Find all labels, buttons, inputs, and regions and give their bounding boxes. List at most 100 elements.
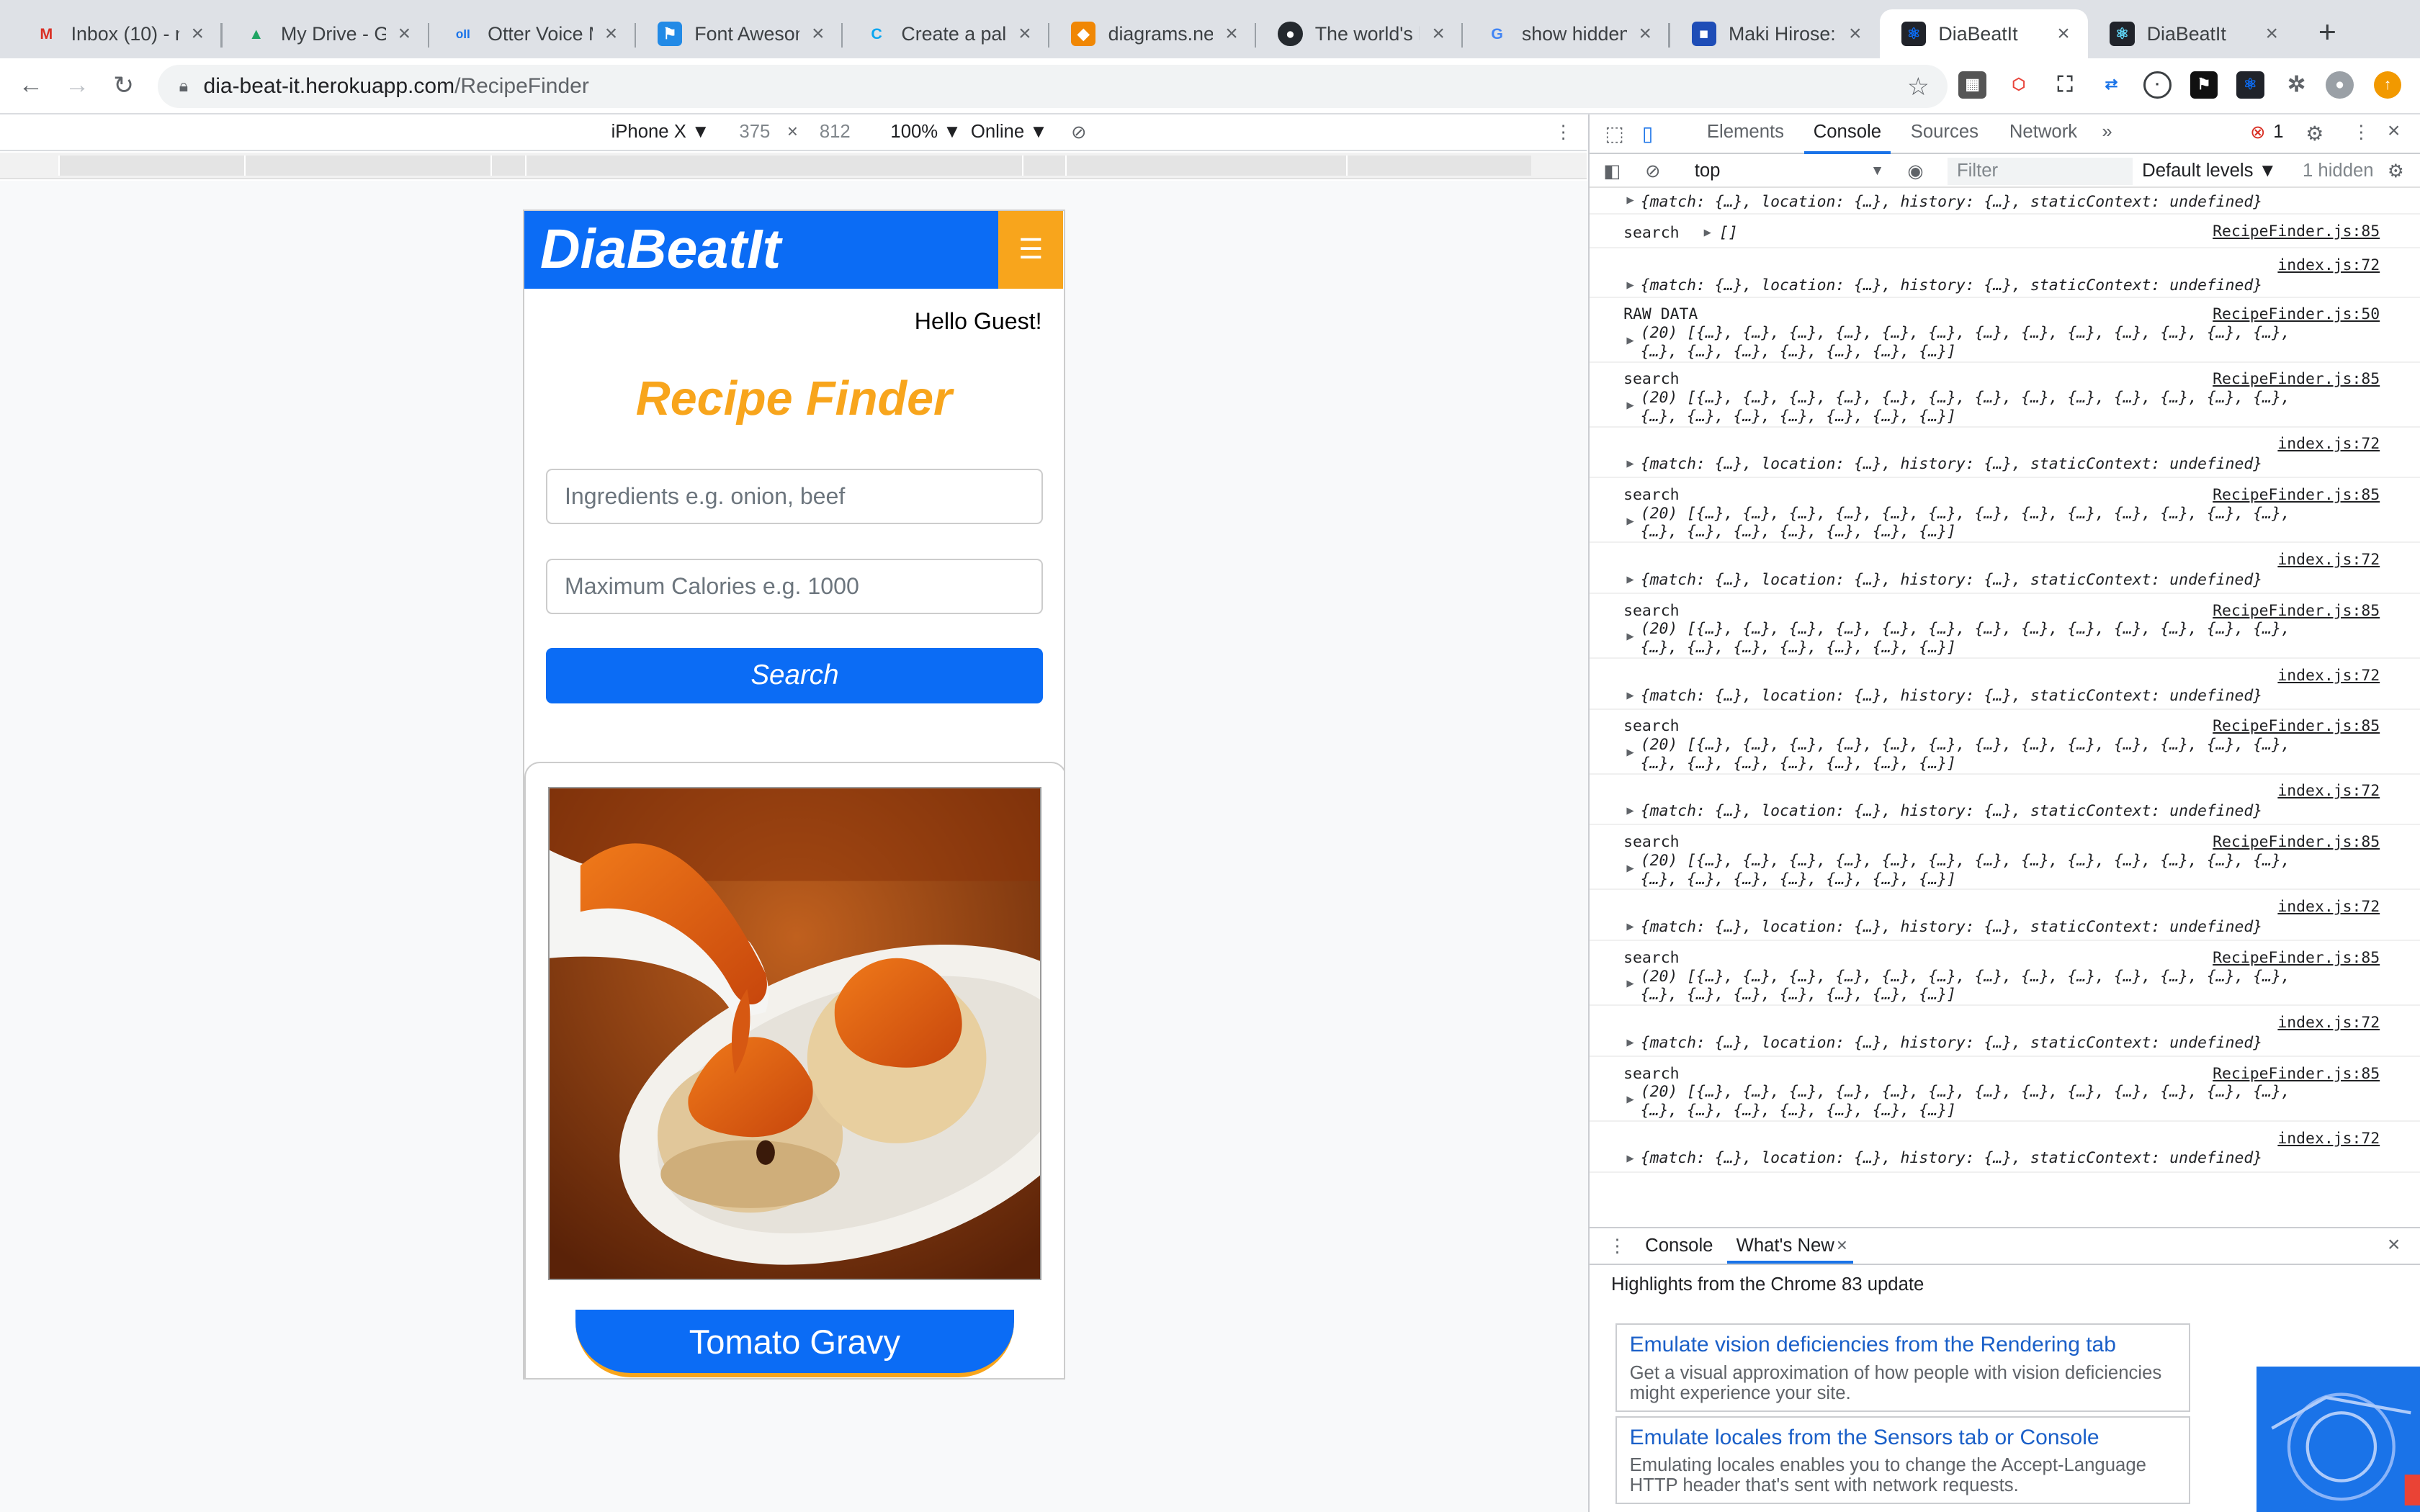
- devtools-menu-icon[interactable]: ⋮: [2352, 122, 2371, 143]
- source-link[interactable]: index.js:72: [2277, 667, 2380, 685]
- log-entry[interactable]: index.js:72 ▶ {match: {…}, location: {…}…: [1590, 248, 2420, 298]
- tab-sources[interactable]: Sources: [1911, 122, 1978, 143]
- close-icon[interactable]: ×: [2259, 22, 2284, 46]
- whats-new-card[interactable]: Emulate locales from the Sensors tab or …: [1615, 1416, 2190, 1505]
- close-devtools-icon[interactable]: ×: [2388, 119, 2401, 143]
- source-link[interactable]: RecipeFinder.js:85: [2213, 717, 2380, 735]
- brand-logo[interactable]: DiaBeatIt: [540, 217, 781, 282]
- network-select[interactable]: Online ▼: [971, 122, 1048, 143]
- close-icon[interactable]: ×: [392, 22, 416, 46]
- tab-font-awesome[interactable]: ⚑ Font Awesome ×: [636, 9, 843, 59]
- device-toggle-icon[interactable]: ▯: [1642, 122, 1653, 145]
- source-link[interactable]: RecipeFinder.js:85: [2213, 833, 2380, 851]
- tab-github[interactable]: ● The world's le ×: [1256, 9, 1464, 59]
- expand-triangle-icon[interactable]: ▶: [1626, 1092, 1634, 1107]
- address-bar[interactable]: 🔒︎ dia-beat-it.herokuapp.com/RecipeFinde…: [157, 64, 1948, 108]
- zoom-select[interactable]: 100% ▼: [890, 122, 961, 143]
- device-height[interactable]: 812: [820, 122, 851, 143]
- expand-triangle-icon[interactable]: ▶: [1626, 1151, 1634, 1166]
- expand-triangle-icon[interactable]: ▶: [1626, 745, 1634, 760]
- drawer-tab-whats-new[interactable]: What's New: [1736, 1236, 1834, 1256]
- log-entry[interactable]: RAW DATA RecipeFinder.js:50 ▶ (20) [{…},…: [1590, 298, 2420, 363]
- recipe-image[interactable]: [547, 786, 1042, 1281]
- source-link[interactable]: index.js:72: [2277, 1014, 2380, 1032]
- settings-gear-icon[interactable]: ⚙: [2305, 122, 2323, 145]
- close-icon[interactable]: ×: [1219, 22, 1244, 46]
- log-entry[interactable]: search RecipeFinder.js:85 ▶ (20) [{…}, {…: [1590, 478, 2420, 544]
- device-select[interactable]: iPhone X ▼: [611, 122, 710, 143]
- tab-maki[interactable]: ■ Maki Hirose: L ×: [1670, 9, 1880, 59]
- tab-otter[interactable]: oII Otter Voice M ×: [429, 9, 636, 59]
- tab-coolors[interactable]: C Create a palet ×: [843, 9, 1050, 59]
- log-entry[interactable]: search RecipeFinder.js:85 ▶ (20) [{…}, {…: [1590, 594, 2420, 659]
- expand-triangle-icon[interactable]: ▶: [1626, 456, 1634, 471]
- close-icon[interactable]: ×: [806, 22, 830, 46]
- expand-triangle-icon[interactable]: ▶: [1626, 688, 1634, 703]
- bookmark-star-icon[interactable]: ☆: [1907, 73, 1930, 102]
- source-link[interactable]: index.js:72: [2277, 256, 2380, 274]
- log-entry[interactable]: index.js:72 ▶ {match: {…}, location: {…}…: [1590, 1122, 2420, 1173]
- drawer-menu-icon[interactable]: ⋮: [1608, 1236, 1627, 1257]
- tab-google[interactable]: G show hidden f ×: [1463, 9, 1670, 59]
- tab-elements[interactable]: Elements: [1707, 122, 1784, 143]
- drawer-tab-console[interactable]: Console: [1645, 1236, 1713, 1256]
- extension-badge-icon[interactable]: ⬡: [2005, 71, 2033, 99]
- source-link[interactable]: RecipeFinder.js:85: [2213, 222, 2380, 240]
- log-entry[interactable]: search RecipeFinder.js:85 ▶ (20) [{…}, {…: [1590, 941, 2420, 1007]
- expand-triangle-icon[interactable]: ▶: [1626, 804, 1634, 818]
- live-expression-eye-icon[interactable]: ◉: [1907, 161, 1923, 182]
- close-icon[interactable]: ×: [1633, 22, 1657, 46]
- whats-new-card[interactable]: Emulate vision deficiencies from the Ren…: [1615, 1323, 2190, 1412]
- source-link[interactable]: index.js:72: [2277, 551, 2380, 569]
- console-settings-icon[interactable]: ⚙: [2388, 161, 2404, 182]
- expand-triangle-icon[interactable]: ▶: [1626, 278, 1634, 292]
- search-button[interactable]: Search: [546, 647, 1044, 703]
- log-entry[interactable]: search RecipeFinder.js:85 ▶ (20) [{…}, {…: [1590, 825, 2420, 891]
- source-link[interactable]: RecipeFinder.js:85: [2213, 602, 2380, 620]
- tab-drive[interactable]: ▲ My Drive - Go ×: [223, 9, 429, 59]
- new-tab-button[interactable]: +: [2312, 15, 2343, 50]
- forward-arrow-icon[interactable]: →: [62, 71, 93, 99]
- update-icon[interactable]: ↑: [2373, 71, 2402, 99]
- log-entry[interactable]: search RecipeFinder.js:85 ▶ (20) [{…}, {…: [1590, 710, 2420, 775]
- log-entry[interactable]: search RecipeFinder.js:85 ▶ (20) [{…}, {…: [1590, 1057, 2420, 1122]
- tab-diabeatit-active[interactable]: ⚛ DiaBeatIt ×: [1880, 9, 2089, 59]
- close-drawer-icon[interactable]: ×: [2388, 1233, 2401, 1257]
- close-icon[interactable]: ×: [599, 22, 623, 46]
- close-whats-new-icon[interactable]: ×: [1837, 1236, 1847, 1256]
- recipe-title-button[interactable]: Tomato Gravy: [575, 1310, 1014, 1378]
- source-link[interactable]: RecipeFinder.js:85: [2213, 370, 2380, 388]
- back-arrow-icon[interactable]: ←: [15, 71, 46, 99]
- log-entry[interactable]: search ▶ [] RecipeFinder.js:85: [1590, 215, 2420, 248]
- log-entry[interactable]: ▶ {match: {…}, location: {…}, history: {…: [1590, 190, 2420, 215]
- close-icon[interactable]: ×: [1426, 22, 1451, 46]
- log-entry[interactable]: index.js:72 ▶ {match: {…}, location: {…}…: [1590, 659, 2420, 710]
- inspect-element-icon[interactable]: ⬚: [1605, 122, 1623, 145]
- card-title[interactable]: Emulate locales from the Sensors tab or …: [1630, 1426, 2177, 1450]
- sidebar-toggle-icon[interactable]: ◧: [1603, 161, 1621, 182]
- expand-triangle-icon[interactable]: ▶: [1626, 861, 1634, 876]
- reload-icon[interactable]: ↻: [108, 71, 139, 100]
- expand-triangle-icon[interactable]: ▶: [1626, 919, 1634, 934]
- avatar[interactable]: ●: [2326, 71, 2354, 99]
- source-link[interactable]: RecipeFinder.js:50: [2213, 305, 2380, 323]
- source-link[interactable]: index.js:72: [2277, 1130, 2380, 1148]
- log-entry[interactable]: index.js:72 ▶ {match: {…}, location: {…}…: [1590, 775, 2420, 826]
- circle-extension-icon[interactable]: ·: [2143, 71, 2172, 99]
- puzzle-icon[interactable]: ✲: [2282, 71, 2311, 99]
- close-icon[interactable]: ×: [185, 22, 210, 46]
- device-width[interactable]: 375: [739, 122, 770, 143]
- clear-console-icon[interactable]: ⊘: [1645, 161, 1661, 182]
- expand-triangle-icon[interactable]: ▶: [1626, 193, 1634, 207]
- tab-console[interactable]: Console: [1803, 122, 1891, 153]
- expand-triangle-icon[interactable]: ▶: [1626, 333, 1634, 348]
- react-devtools-icon[interactable]: ⚛: [2236, 71, 2264, 99]
- log-entry[interactable]: search RecipeFinder.js:85 ▶ (20) [{…}, {…: [1590, 363, 2420, 428]
- error-icon[interactable]: ⊗: [2250, 122, 2266, 143]
- flag-extension-icon[interactable]: ⚑: [2190, 71, 2218, 99]
- extension-icon[interactable]: ▦: [1958, 71, 1986, 99]
- hamburger-menu-icon[interactable]: ☰: [998, 211, 1064, 289]
- sync-extension-icon[interactable]: ⇄: [2097, 71, 2125, 99]
- close-icon[interactable]: ×: [2051, 22, 2076, 46]
- log-entry[interactable]: index.js:72 ▶ {match: {…}, location: {…}…: [1590, 890, 2420, 942]
